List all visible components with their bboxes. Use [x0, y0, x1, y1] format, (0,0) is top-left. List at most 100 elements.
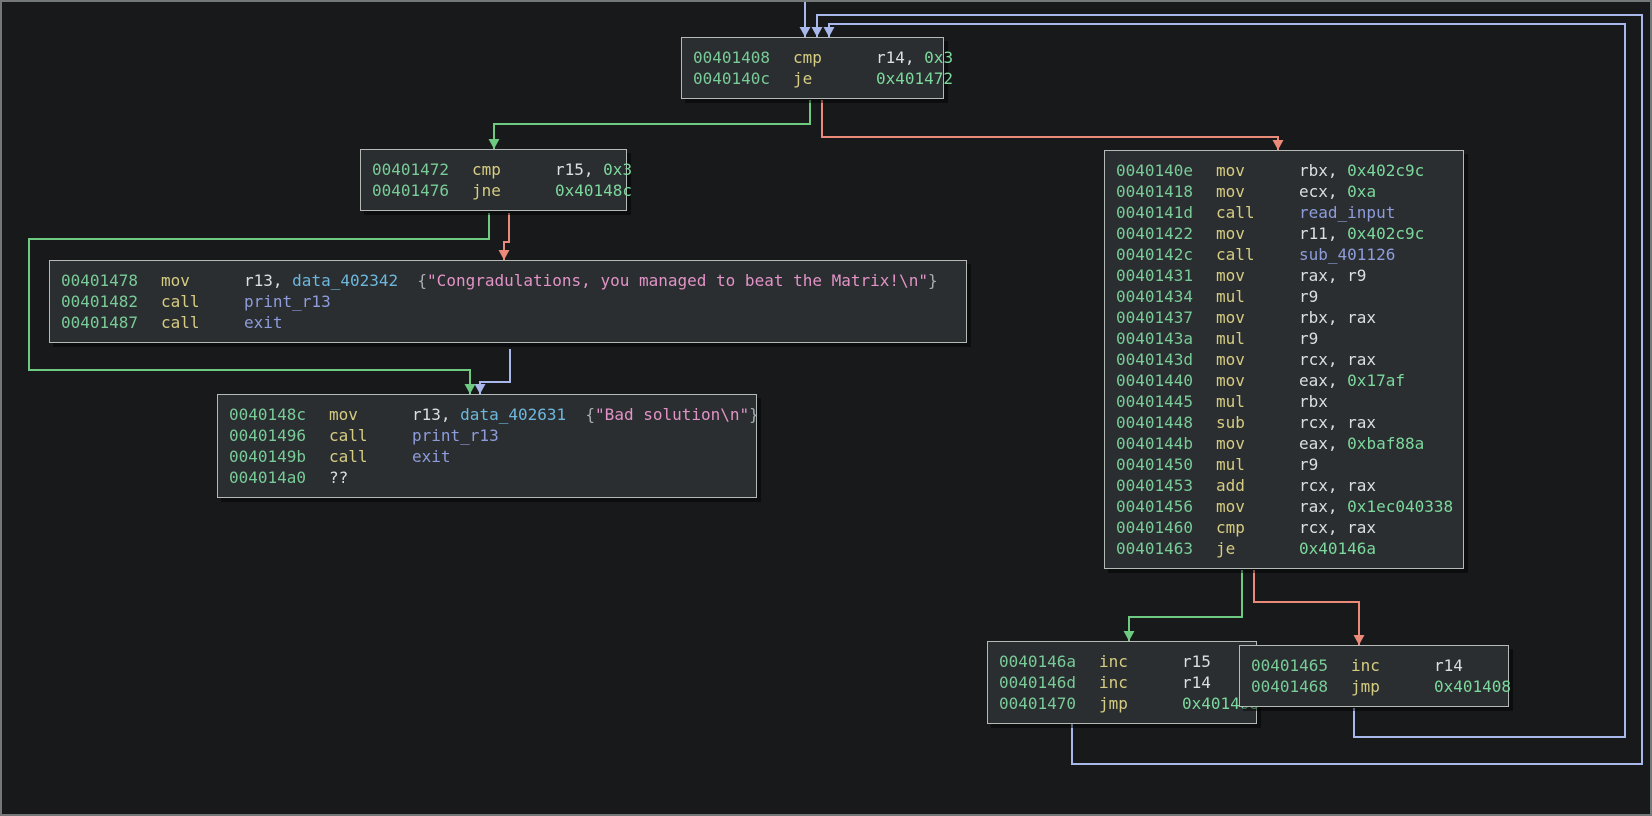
- operand-imm: 0x17af: [1347, 371, 1405, 390]
- instruction-mnemonic: jne: [472, 180, 555, 201]
- instruction-line[interactable]: 0040148cmovr13, data_402631 {"Bad soluti…: [229, 404, 748, 425]
- operand-reg: [566, 405, 585, 424]
- basic-block-block-40148c[interactable]: 0040148cmovr13, data_402631 {"Bad soluti…: [217, 394, 757, 498]
- instruction-line[interactable]: 00401470jmp0x401408: [999, 693, 1248, 714]
- edge-arrowhead: [1273, 140, 1284, 150]
- instruction-operands: rax, 0x1ec040338: [1299, 497, 1453, 516]
- instruction-line[interactable]: 0040144bmoveax, 0xbaf88a: [1116, 433, 1455, 454]
- basic-block-block-40146a[interactable]: 0040146aincr150040146dincr1400401470jmp0…: [987, 641, 1257, 724]
- instruction-line[interactable]: 0040140emovrbx, 0x402c9c: [1116, 160, 1455, 181]
- edge-arrowhead: [489, 139, 500, 149]
- operand-func: print_r13: [412, 426, 499, 445]
- instruction-line[interactable]: 00401431movrax, r9: [1116, 265, 1455, 286]
- instruction-line[interactable]: 00401434mulr9: [1116, 286, 1455, 307]
- instruction-operands: r13, data_402342 {"Congradulations, you …: [244, 271, 938, 290]
- basic-block-block-401408[interactable]: 00401408cmpr14, 0x30040140cje0x401472: [681, 37, 944, 99]
- instruction-line[interactable]: 00401482callprint_r13: [61, 291, 958, 312]
- instruction-operands: r9: [1299, 287, 1318, 306]
- instruction-line[interactable]: 004014a0??: [229, 467, 748, 488]
- instruction-address: 0040141d: [1116, 202, 1216, 223]
- instruction-operands: exit: [244, 313, 283, 332]
- instruction-line[interactable]: 00401487callexit: [61, 312, 958, 333]
- instruction-line[interactable]: 00401448subrcx, rax: [1116, 412, 1455, 433]
- instruction-address: 00401431: [1116, 265, 1216, 286]
- instruction-address: 00401445: [1116, 391, 1216, 412]
- operand-reg: rcx, rax: [1299, 476, 1376, 495]
- instruction-mnemonic: mul: [1216, 328, 1299, 349]
- instruction-address: 0040143a: [1116, 328, 1216, 349]
- operand-imm: 0x402c9c: [1347, 224, 1424, 243]
- instruction-operands: r13, data_402631 {"Bad solution\n"}: [412, 405, 759, 424]
- instruction-operands: sub_401126: [1299, 245, 1395, 264]
- operand-reg: eax,: [1299, 371, 1347, 390]
- operand-reg: rcx, rax: [1299, 413, 1376, 432]
- instruction-line[interactable]: 00401465incr14: [1251, 655, 1500, 676]
- instruction-line[interactable]: 00401437movrbx, rax: [1116, 307, 1455, 328]
- instruction-line[interactable]: 00401463je0x40146a: [1116, 538, 1455, 559]
- instruction-line[interactable]: 0040146aincr15: [999, 651, 1248, 672]
- operand-reg: r9: [1299, 455, 1318, 474]
- instruction-line[interactable]: 0040142ccallsub_401126: [1116, 244, 1455, 265]
- instruction-line[interactable]: 00401408cmpr14, 0x3: [693, 47, 935, 68]
- edge-arrowhead: [499, 250, 510, 260]
- basic-block-block-401478[interactable]: 00401478movr13, data_402342 {"Congradula…: [49, 260, 967, 343]
- operand-string: "Bad solution\n": [595, 405, 749, 424]
- instruction-line[interactable]: 0040143amulr9: [1116, 328, 1455, 349]
- instruction-line[interactable]: 00401476jne0x40148c: [372, 180, 618, 201]
- operand-brace: {: [417, 271, 427, 290]
- edge-arrowhead: [1124, 631, 1135, 641]
- instruction-line[interactable]: 0040141dcallread_input: [1116, 202, 1455, 223]
- instruction-mnemonic: call: [1216, 202, 1299, 223]
- operand-imm: 0x40148c: [555, 181, 632, 200]
- instruction-line[interactable]: 00401460cmprcx, rax: [1116, 517, 1455, 538]
- instruction-operands: 0x401472: [876, 69, 953, 88]
- instruction-operands: rbx: [1299, 392, 1328, 411]
- instruction-address: 00401478: [61, 270, 161, 291]
- basic-block-block-401465[interactable]: 00401465incr1400401468jmp0x401408: [1239, 645, 1509, 707]
- basic-block-block-40140e[interactable]: 0040140emovrbx, 0x402c9c00401418movecx, …: [1104, 150, 1464, 569]
- instruction-operands: eax, 0x17af: [1299, 371, 1405, 390]
- instruction-line[interactable]: 00401496callprint_r13: [229, 425, 748, 446]
- instruction-mnemonic: mov: [1216, 223, 1299, 244]
- instruction-mnemonic: mul: [1216, 391, 1299, 412]
- instruction-line[interactable]: 00401468jmp0x401408: [1251, 676, 1500, 697]
- instruction-address: 00401434: [1116, 286, 1216, 307]
- operand-imm: 0x40146a: [1299, 539, 1376, 558]
- instruction-line[interactable]: 00401422movr11, 0x402c9c: [1116, 223, 1455, 244]
- instruction-address: 004014a0: [229, 467, 329, 488]
- instruction-line[interactable]: 00401456movrax, 0x1ec040338: [1116, 496, 1455, 517]
- instruction-line[interactable]: 0040146dincr14: [999, 672, 1248, 693]
- operand-reg: r9: [1299, 287, 1318, 306]
- instruction-operands: rcx, rax: [1299, 518, 1376, 537]
- instruction-address: 0040142c: [1116, 244, 1216, 265]
- instruction-address: 0040146d: [999, 672, 1099, 693]
- instruction-mnemonic: inc: [1099, 672, 1182, 693]
- operand-reg: r15: [1182, 652, 1211, 671]
- instruction-line[interactable]: 00401418movecx, 0xa: [1116, 181, 1455, 202]
- edge-arrowhead: [824, 27, 835, 37]
- operand-reg: rax, r9: [1299, 266, 1366, 285]
- instruction-line[interactable]: 00401450mulr9: [1116, 454, 1455, 475]
- instruction-address: 00401463: [1116, 538, 1216, 559]
- instruction-line[interactable]: 00401472cmpr15, 0x3: [372, 159, 618, 180]
- operand-data: data_402342: [292, 271, 398, 290]
- instruction-address: 0040144b: [1116, 433, 1216, 454]
- operand-imm: 0x3: [924, 48, 953, 67]
- instruction-line[interactable]: 0040143dmovrcx, rax: [1116, 349, 1455, 370]
- operand-reg: rbx,: [1299, 161, 1347, 180]
- operand-reg: rbx: [1299, 392, 1328, 411]
- instruction-address: 0040148c: [229, 404, 329, 425]
- disassembly-graph-view[interactable]: 00401408cmpr14, 0x30040140cje0x401472004…: [0, 0, 1652, 816]
- instruction-mnemonic: call: [329, 425, 412, 446]
- operand-reg: r9: [1299, 329, 1318, 348]
- instruction-mnemonic: mov: [1216, 160, 1299, 181]
- instruction-mnemonic: add: [1216, 475, 1299, 496]
- instruction-line[interactable]: 00401453addrcx, rax: [1116, 475, 1455, 496]
- instruction-mnemonic: je: [793, 68, 876, 89]
- instruction-line[interactable]: 00401478movr13, data_402342 {"Congradula…: [61, 270, 958, 291]
- basic-block-block-401472[interactable]: 00401472cmpr15, 0x300401476jne0x40148c: [360, 149, 627, 211]
- instruction-line[interactable]: 00401440moveax, 0x17af: [1116, 370, 1455, 391]
- instruction-line[interactable]: 0040149bcallexit: [229, 446, 748, 467]
- instruction-line[interactable]: 00401445mulrbx: [1116, 391, 1455, 412]
- instruction-line[interactable]: 0040140cje0x401472: [693, 68, 935, 89]
